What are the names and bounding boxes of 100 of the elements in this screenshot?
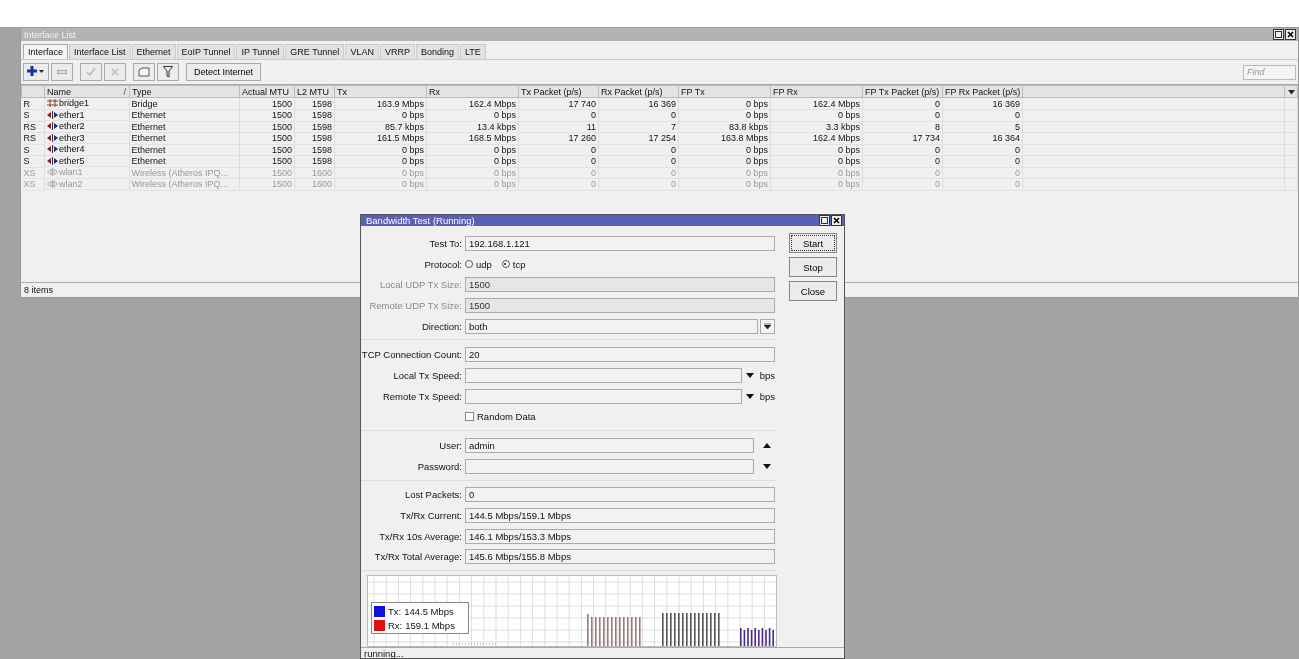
interface-name[interactable]: ether1 [59, 109, 85, 120]
input-field[interactable]: 145.6 Mbps/155.8 Mbps [465, 549, 775, 565]
table-cell: 0 [518, 109, 599, 121]
table-cell: 0 [598, 155, 679, 167]
column-header[interactable]: Tx Packet (p/s) [518, 85, 599, 98]
input-field[interactable]: 192.168.1.121 [465, 235, 775, 251]
table-cell: 0 bps [334, 167, 427, 179]
interface-name[interactable]: ether3 [59, 132, 85, 143]
table-cell: 16 364 [942, 132, 1023, 144]
table-cell: 11 [518, 121, 599, 133]
table-cell: 0 bps [678, 178, 771, 190]
dropdown-button[interactable] [760, 318, 775, 334]
table-cell: 1500 [239, 167, 295, 179]
table-cell: 0 bps [678, 109, 771, 121]
column-header[interactable]: Rx Packet (p/s) [598, 85, 679, 98]
unit-label: bps [759, 390, 775, 402]
table-cell: 1500 [239, 97, 295, 110]
select-field[interactable]: both [465, 318, 758, 334]
double-arrow-icon [47, 110, 58, 119]
table-cell: 3.3 kbps [770, 121, 863, 133]
table-cell: 1598 [294, 109, 335, 121]
table-cell: 0 bps [770, 155, 863, 167]
table-cell: 0 [942, 155, 1023, 167]
table-cell: 0 [518, 178, 599, 190]
input-field[interactable]: admin [465, 438, 754, 454]
find-field[interactable]: Find [1243, 64, 1296, 80]
tab[interactable]: Ethernet [131, 44, 176, 59]
detect-internet-button[interactable]: Detect Internet [186, 63, 262, 81]
interface-name[interactable]: ether4 [59, 144, 85, 155]
column-header[interactable]: Actual MTU [239, 85, 295, 98]
column-menu-button[interactable] [1284, 85, 1298, 98]
table-cell: 0 bps [426, 178, 519, 190]
column-header[interactable]: FP Tx Packet (p/s) [862, 85, 943, 98]
column-header[interactable]: L2 MTU [294, 85, 335, 98]
table-cell: 0 [598, 144, 679, 156]
tab[interactable]: IP Tunnel [236, 44, 285, 59]
input-field[interactable]: 20 [465, 347, 775, 363]
table-cell: Wireless (Atheros IPQ... [129, 178, 240, 190]
table-cell: 0 bps [334, 155, 427, 167]
maximize-icon[interactable] [819, 215, 830, 226]
table-cell: 1598 [294, 132, 335, 144]
input-field[interactable]: 0 [465, 487, 775, 503]
dialog-button[interactable]: Start [789, 233, 837, 253]
caret-down-icon[interactable] [745, 372, 754, 378]
radio-option[interactable]: udp [465, 258, 492, 270]
column-header[interactable]: FP Rx [770, 85, 863, 98]
table-cell: 1598 [294, 97, 335, 110]
column-header[interactable]: Type [129, 85, 240, 98]
caret-down-icon[interactable] [763, 463, 771, 469]
tab[interactable]: VLAN [345, 44, 379, 59]
tab[interactable]: VRRP [379, 44, 415, 59]
checkbox-option[interactable]: Random Data [465, 411, 536, 423]
column-header[interactable]: Name / [44, 85, 130, 98]
tab[interactable]: LTE [459, 44, 486, 59]
tab[interactable]: Interface List [69, 44, 131, 59]
caret-down-icon[interactable] [745, 393, 754, 399]
radio-option[interactable]: tcp [501, 258, 526, 270]
radio-button[interactable] [501, 260, 510, 269]
table-cell: XS [21, 167, 45, 179]
table-cell: 1500 [239, 178, 295, 190]
table-cell: 0 [518, 144, 599, 156]
tab[interactable]: Bonding [415, 44, 459, 59]
column-header[interactable]: FP Tx [678, 85, 771, 98]
maximize-icon[interactable] [1273, 29, 1284, 40]
table-cell: 0 [598, 178, 679, 190]
interface-name[interactable]: bridge1 [59, 98, 90, 109]
table-cell: 0 [598, 109, 679, 121]
input-field[interactable] [465, 458, 754, 474]
table-cell: 0 [598, 167, 679, 179]
checkbox[interactable] [465, 412, 474, 422]
dialog-button[interactable]: Stop [789, 257, 837, 277]
interface-name[interactable]: ether2 [59, 121, 85, 132]
column-header[interactable]: Tx [334, 85, 427, 98]
add-button[interactable] [23, 63, 49, 81]
field-label: User: [438, 440, 463, 452]
tab[interactable]: Interface [23, 44, 69, 59]
table-cell: 0 [862, 144, 943, 156]
table-cell: 0 [518, 155, 599, 167]
table-cell: 162.4 Mbps [770, 132, 863, 144]
table-cell: R [21, 97, 45, 110]
caret-up-icon[interactable] [763, 443, 771, 449]
table-cell: 0 bps [770, 109, 863, 121]
interface-name[interactable]: ether5 [59, 155, 85, 166]
double-arrow-icon [47, 145, 58, 154]
table-cell: 0 bps [426, 144, 519, 156]
close-icon[interactable] [831, 215, 842, 226]
input-field[interactable] [465, 367, 742, 383]
table-cell: Ethernet [129, 132, 240, 144]
dialog-button[interactable]: Close [789, 281, 837, 301]
column-header[interactable]: FP Rx Packet (p/s) [942, 85, 1023, 98]
close-icon[interactable] [1285, 29, 1296, 40]
radio-button[interactable] [465, 260, 473, 269]
filter-button[interactable] [157, 63, 179, 81]
input-field[interactable]: 144.5 Mbps/159.1 Mbps [465, 508, 775, 524]
tab[interactable]: GRE Tunnel [285, 44, 345, 59]
table-cell: 13.4 kbps [426, 121, 519, 133]
column-header[interactable]: Rx [426, 85, 519, 98]
input-field[interactable] [465, 388, 742, 404]
input-field[interactable]: 146.1 Mbps/153.3 Mbps [465, 528, 775, 544]
tab[interactable]: EoIP Tunnel [176, 44, 236, 59]
